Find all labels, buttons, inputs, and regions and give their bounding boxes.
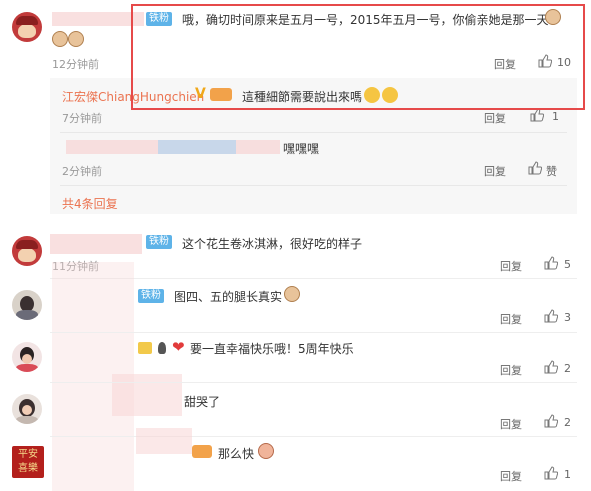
avatar[interactable]	[12, 290, 42, 320]
like-count: 2	[564, 416, 571, 429]
cat-emoji-icon	[284, 286, 300, 302]
comment-time: 12分钟前	[52, 58, 99, 71]
avatar[interactable]	[12, 394, 42, 424]
username-redacted	[158, 140, 236, 154]
like-thumb-icon[interactable]	[530, 108, 544, 122]
like-thumb-icon[interactable]	[528, 161, 542, 175]
reply-time: 2分钟前	[62, 165, 102, 178]
reply-button[interactable]: 回复	[484, 163, 506, 179]
reply-button[interactable]: 回复	[500, 258, 522, 274]
divider	[50, 436, 577, 437]
like-thumb-icon[interactable]	[544, 360, 558, 374]
fan-badge: 铁粉	[138, 289, 164, 303]
reply-time: 7分钟前	[62, 112, 102, 125]
heart-icon: ❤	[172, 338, 185, 356]
username-redacted	[136, 428, 192, 454]
avatar-calligraphy: 平安喜樂	[18, 449, 38, 474]
like-count: 1	[552, 110, 559, 123]
cat-emoji-icon	[68, 31, 84, 47]
comment-text: 图四、五的腿长真实	[174, 290, 283, 304]
divider	[60, 185, 567, 186]
username-redacted	[50, 234, 142, 254]
reply-button[interactable]: 回复	[500, 468, 522, 484]
like-count: 5	[564, 258, 571, 271]
username-redacted	[66, 140, 158, 154]
reply-button[interactable]: 回复	[484, 110, 506, 126]
divider	[50, 382, 577, 383]
more-replies-link[interactable]: 共4条回复	[62, 195, 118, 212]
like-count: 1	[564, 468, 571, 481]
avatar[interactable]: 平安喜樂	[12, 446, 44, 478]
like-label: 赞	[546, 165, 557, 178]
like-thumb-icon[interactable]	[544, 466, 558, 480]
like-count: 3	[564, 311, 571, 324]
reply-button[interactable]: 回复	[500, 416, 522, 432]
avatar[interactable]	[12, 12, 42, 42]
dog-emoji-icon	[258, 443, 274, 459]
divider	[60, 132, 567, 133]
like-thumb-icon[interactable]	[544, 309, 558, 323]
reply-button[interactable]: 回复	[500, 311, 522, 327]
highlight-box	[131, 4, 585, 110]
comment-text: 那么快	[218, 447, 255, 461]
fan-level-icon	[138, 342, 152, 354]
divider	[50, 332, 577, 333]
avatar[interactable]	[12, 236, 42, 266]
pin-icon	[158, 342, 166, 354]
reply-text: 嘿嘿嘿	[283, 142, 320, 156]
like-thumb-icon[interactable]	[544, 414, 558, 428]
reply-button[interactable]: 回复	[500, 362, 522, 378]
like-thumb-icon[interactable]	[544, 256, 558, 270]
fan-badge: 铁粉	[146, 235, 172, 249]
comment-text: 甜哭了	[184, 395, 221, 409]
username-redacted	[236, 140, 280, 154]
comment-text: 这个花生卷冰淇淋，很好吃的样子	[182, 237, 363, 251]
cat-emoji-icon	[52, 31, 68, 47]
redaction-block	[112, 374, 182, 416]
fan-level-icon	[192, 445, 212, 458]
comment-text: 要一直幸福快乐哦！5周年快乐	[190, 342, 354, 356]
avatar[interactable]	[12, 342, 42, 372]
like-count: 2	[564, 362, 571, 375]
